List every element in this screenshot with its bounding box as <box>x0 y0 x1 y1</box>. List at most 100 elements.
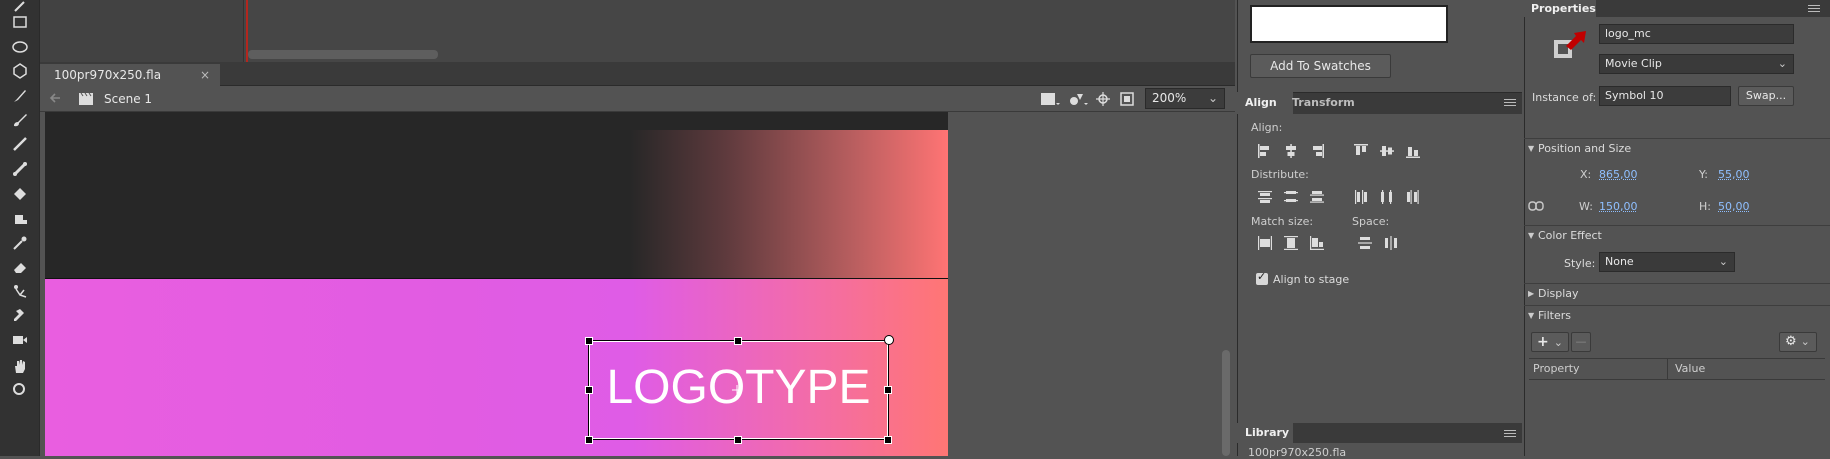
align-right-icon[interactable] <box>1309 143 1325 159</box>
section-position-size[interactable]: ▼ Position and Size <box>1524 138 1830 158</box>
chevron-down-icon: ⌄ <box>1207 91 1218 105</box>
tools-panel <box>0 0 40 456</box>
timeline-layers[interactable] <box>40 0 244 62</box>
match-width-height-icon[interactable] <box>1309 235 1325 251</box>
pin-icon[interactable] <box>0 301 40 328</box>
edit-scene-icon[interactable] <box>1040 91 1060 110</box>
zoom-icon[interactable] <box>0 376 40 403</box>
instance-name-input[interactable]: logo_mc <box>1599 24 1794 44</box>
align-top-icon[interactable] <box>1353 143 1369 159</box>
tab-transform[interactable]: Transform <box>1292 92 1355 114</box>
section-filters-label: Filters <box>1538 309 1571 322</box>
remove-filter-button[interactable]: — <box>1571 332 1591 352</box>
distribute-top-icon[interactable] <box>1257 189 1273 205</box>
rectangle-icon[interactable] <box>0 8 40 35</box>
x-value[interactable]: 865,00 <box>1599 168 1638 181</box>
stage-vertical-scrollbar[interactable] <box>1222 350 1230 456</box>
clip-content-icon[interactable] <box>1119 91 1135 110</box>
transform-handle[interactable] <box>734 436 742 444</box>
instance-of-field: Symbol 10 <box>1599 86 1731 106</box>
panel-menu-icon[interactable] <box>1504 99 1516 107</box>
distribute-right-icon[interactable] <box>1405 189 1421 205</box>
distribute-vertical-center-icon[interactable] <box>1283 189 1299 205</box>
align-vertical-center-icon[interactable] <box>1379 143 1395 159</box>
oval-icon[interactable] <box>0 33 40 60</box>
transform-handle[interactable] <box>734 337 742 345</box>
distribute-bottom-icon[interactable] <box>1309 189 1325 205</box>
center-stage-icon[interactable] <box>1095 91 1111 110</box>
distribute-horizontal-center-icon[interactable] <box>1379 189 1395 205</box>
rotation-handle[interactable] <box>884 335 894 345</box>
expanded-triangle-icon: ▼ <box>1528 231 1535 240</box>
timeline-scrollbar[interactable] <box>248 50 438 59</box>
w-value[interactable]: 150,00 <box>1599 200 1638 213</box>
plus-icon: + <box>1537 334 1549 350</box>
grid-property-header: Property <box>1533 362 1580 375</box>
close-icon[interactable]: × <box>200 64 210 86</box>
h-label: H: <box>1699 200 1711 213</box>
back-arrow-icon[interactable] <box>48 91 62 108</box>
transform-handle[interactable] <box>585 436 593 444</box>
tab-properties[interactable]: Properties <box>1524 0 1596 17</box>
brush-icon[interactable] <box>0 82 40 109</box>
section-filters[interactable]: ▼ Filters <box>1524 305 1830 325</box>
color-style-select[interactable]: None ⌄ <box>1599 252 1735 272</box>
match-width-icon[interactable] <box>1257 235 1273 251</box>
gradient-shape-top[interactable] <box>630 130 948 278</box>
puppet-warp-icon[interactable] <box>0 277 40 304</box>
h-value[interactable]: 50,00 <box>1718 200 1750 213</box>
style-label: Style: <box>1564 257 1596 270</box>
swap-button[interactable]: Swap... <box>1738 86 1794 106</box>
library-document-select[interactable]: 100pr970x250.fla <box>1248 446 1346 459</box>
edit-symbols-icon[interactable] <box>1068 91 1088 110</box>
transform-handle[interactable] <box>884 436 892 444</box>
hand-icon[interactable] <box>0 352 40 379</box>
column-divider <box>1667 359 1668 379</box>
paint-bucket-icon[interactable] <box>0 180 40 207</box>
bone-icon[interactable] <box>0 155 40 182</box>
match-height-icon[interactable] <box>1283 235 1299 251</box>
eyedropper-icon[interactable] <box>0 229 40 256</box>
transform-handle[interactable] <box>585 386 593 394</box>
add-to-swatches-button[interactable]: Add To Swatches <box>1250 54 1391 78</box>
polystar-icon[interactable] <box>0 57 40 84</box>
y-label: Y: <box>1699 168 1708 181</box>
document-tab[interactable]: 100pr970x250.fla (Canvas)* × <box>40 64 220 104</box>
align-horizontal-center-icon[interactable] <box>1283 143 1299 159</box>
align-bottom-icon[interactable] <box>1405 143 1421 159</box>
distribute-left-icon[interactable] <box>1353 189 1369 205</box>
symbol-type-select[interactable]: Movie Clip ⌄ <box>1599 54 1794 74</box>
filter-options-button[interactable]: ⚙ ⌄ <box>1779 332 1817 352</box>
line-icon[interactable] <box>0 130 40 157</box>
zoom-select[interactable]: 200% ⌄ <box>1145 88 1225 109</box>
grid-value-header: Value <box>1675 362 1706 375</box>
section-color-effect[interactable]: ▼ Color Effect <box>1524 225 1830 245</box>
expanded-triangle-icon: ▼ <box>1528 311 1535 320</box>
chevron-down-icon: ⌄ <box>1800 335 1810 348</box>
panel-menu-icon[interactable] <box>1808 5 1820 13</box>
space-evenly-horizontal-icon[interactable] <box>1383 235 1399 251</box>
lock-proportions-icon[interactable] <box>1528 200 1544 215</box>
tab-align[interactable]: Align <box>1237 92 1293 114</box>
align-left-icon[interactable] <box>1257 143 1273 159</box>
tab-library[interactable]: Library <box>1237 423 1293 443</box>
panel-menu-icon[interactable] <box>1504 430 1516 438</box>
camera-icon[interactable] <box>0 326 40 353</box>
transform-handle[interactable] <box>585 337 593 345</box>
color-preview <box>1250 5 1448 43</box>
y-value[interactable]: 55,00 <box>1718 168 1750 181</box>
add-filter-button[interactable]: + ⌄ <box>1531 332 1569 352</box>
eraser-icon[interactable] <box>0 253 40 280</box>
expanded-triangle-icon: ▼ <box>1528 144 1535 153</box>
chevron-down-icon: ⌄ <box>1718 255 1728 268</box>
section-color-effect-label: Color Effect <box>1538 229 1602 242</box>
space-evenly-vertical-icon[interactable] <box>1357 235 1373 251</box>
section-display[interactable]: ▶ Display <box>1524 283 1830 303</box>
symbol-type-value: Movie Clip <box>1605 57 1662 70</box>
paint-brush-icon[interactable] <box>0 106 40 133</box>
match-size-label: Match size: <box>1251 215 1314 228</box>
ink-bottle-icon[interactable] <box>0 204 40 231</box>
align-to-stage-checkbox[interactable]: ✓ <box>1256 270 1268 285</box>
space-label: Space: <box>1352 215 1390 228</box>
transform-handle[interactable] <box>884 386 892 394</box>
